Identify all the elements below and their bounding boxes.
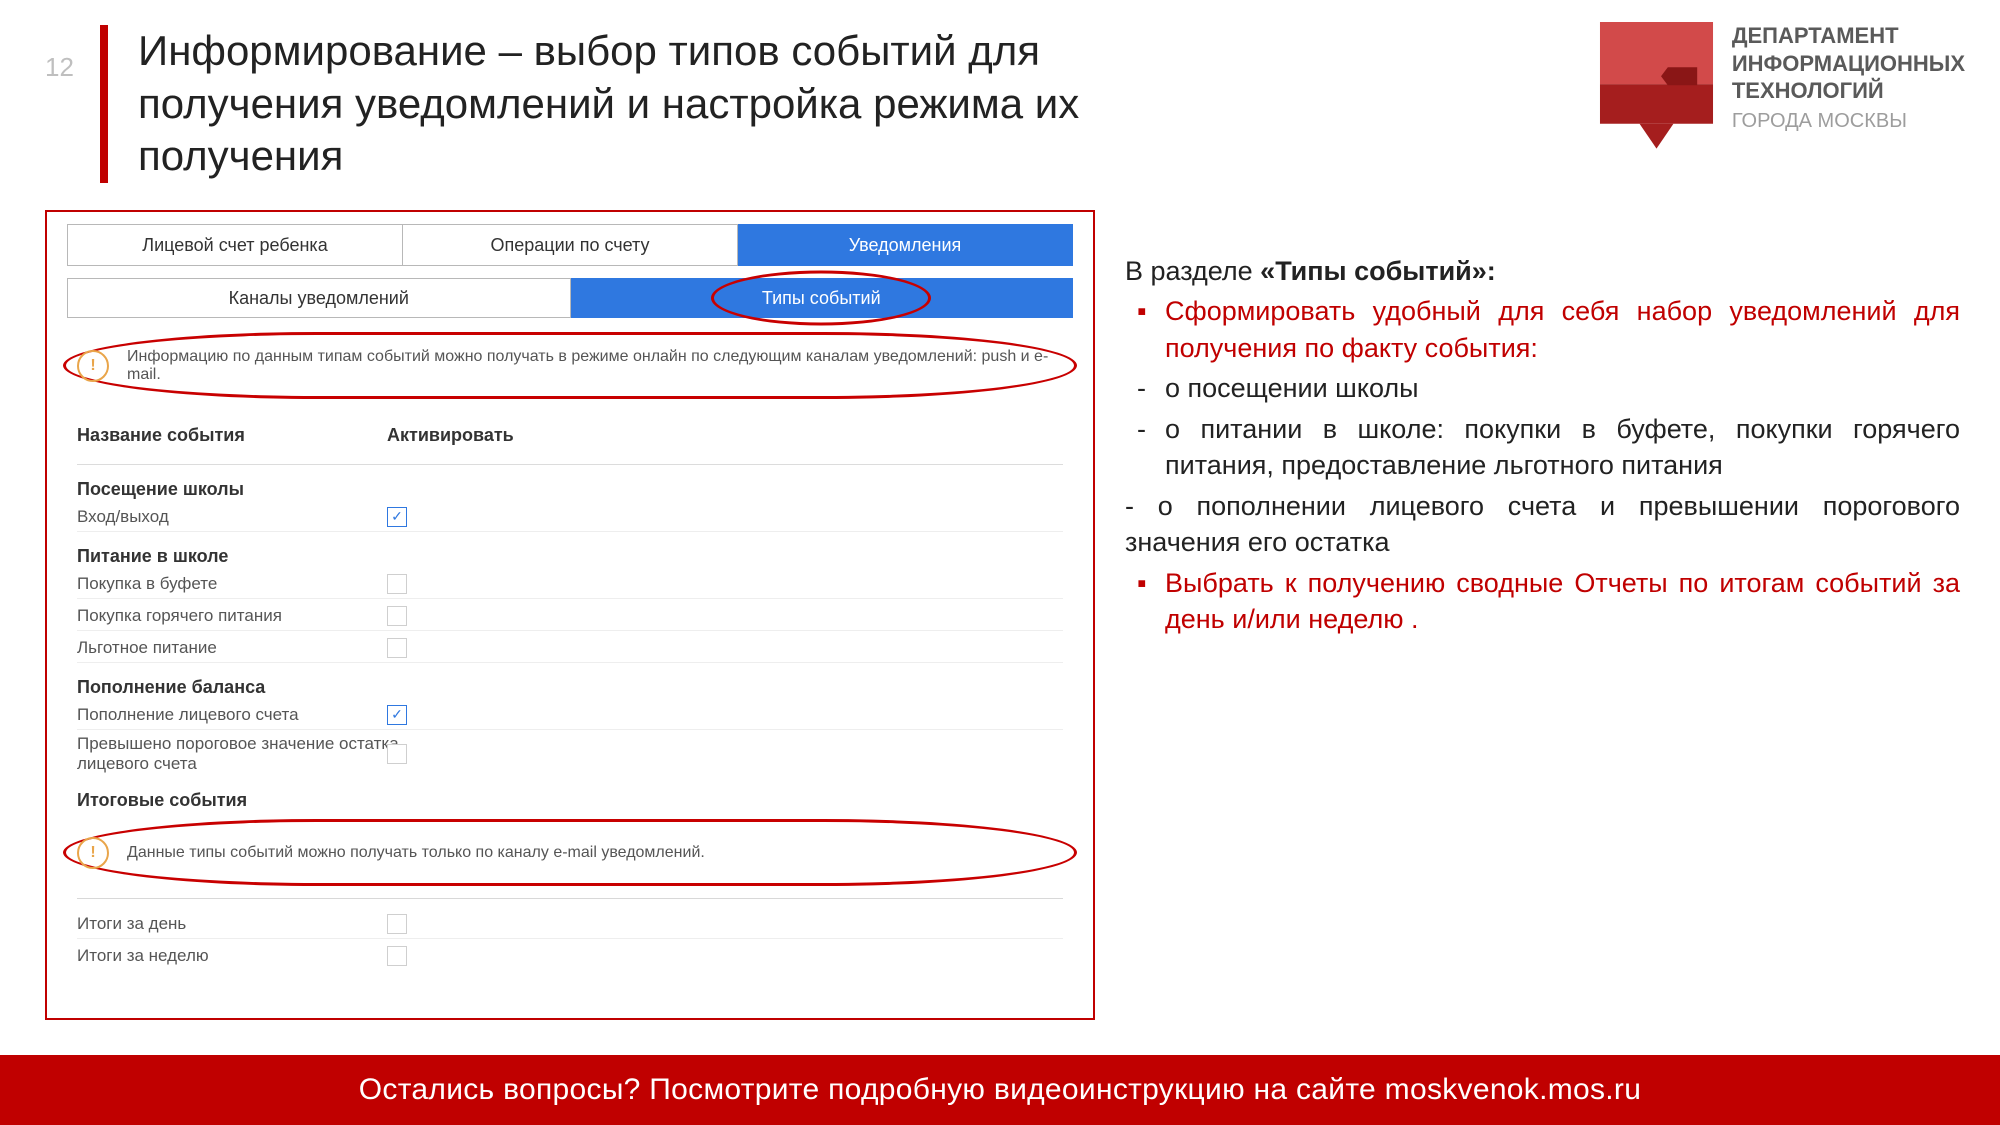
exclamation-icon: ! bbox=[77, 837, 109, 869]
row-label: Покупка горячего питания bbox=[77, 606, 387, 626]
subtab-event-types[interactable]: Типы событий bbox=[571, 278, 1074, 318]
col-name: Название события bbox=[77, 425, 387, 446]
group-school-attendance: Посещение школы bbox=[77, 479, 1063, 500]
checkbox-daily[interactable]: ✓ bbox=[387, 914, 407, 934]
tab-notifications[interactable]: Уведомления bbox=[738, 224, 1073, 266]
checkbox-hot-meal[interactable]: ✓ bbox=[387, 606, 407, 626]
row-threshold: Превышено пороговое значение остатка лиц… bbox=[77, 732, 1063, 776]
checkbox-entry-exit[interactable]: ✓ bbox=[387, 507, 407, 527]
logo-block: ДЕПАРТАМЕНТ ИНФОРМАЦИОННЫХ ТЕХНОЛОГИЙ ГО… bbox=[1599, 22, 1965, 152]
page-title: Информирование – выбор типов событий для… bbox=[138, 25, 1100, 183]
checkbox-buffet[interactable]: ✓ bbox=[387, 574, 407, 594]
dash-attendance: о посещении школы bbox=[1125, 370, 1960, 406]
row-buffet: Покупка в буфете ✓ bbox=[77, 569, 1063, 599]
row-benefit-meal: Льготное питание ✓ bbox=[77, 633, 1063, 663]
screenshot-panel: Лицевой счет ребенка Операции по счету У… bbox=[45, 210, 1095, 1020]
checkbox-threshold[interactable]: ✓ bbox=[387, 744, 407, 764]
row-entry-exit: Вход/выход ✓ bbox=[77, 502, 1063, 532]
check-icon: ✓ bbox=[391, 706, 403, 723]
logo-line: ДЕПАРТАМЕНТ bbox=[1732, 22, 1965, 50]
tab-operations[interactable]: Операции по счету bbox=[403, 224, 738, 266]
logo-text: ДЕПАРТАМЕНТ ИНФОРМАЦИОННЫХ ТЕХНОЛОГИЙ ГО… bbox=[1732, 22, 1965, 134]
bullet-reports: Выбрать к получению сводные Отчеты по ит… bbox=[1125, 565, 1960, 638]
row-topup: Пополнение лицевого счета ✓ bbox=[77, 700, 1063, 730]
exclamation-icon: ! bbox=[77, 350, 109, 382]
intro-line: В разделе «Типы событий»: bbox=[1125, 253, 1960, 289]
table-header: Название события Активировать bbox=[77, 411, 1063, 465]
info-banner-top: ! Информацию по данным типам событий мож… bbox=[67, 338, 1073, 393]
explanation-text: В разделе «Типы событий»: Сформировать у… bbox=[1125, 253, 1960, 641]
tab-account[interactable]: Лицевой счет ребенка bbox=[67, 224, 403, 266]
department-logo-icon bbox=[1599, 22, 1714, 152]
row-label: Льготное питание bbox=[77, 638, 387, 658]
info-banner-top-text: Информацию по данным типам событий можно… bbox=[127, 348, 1073, 384]
row-label: Пополнение лицевого счета bbox=[77, 705, 387, 725]
info-banner-bottom-text: Данные типы событий можно получать тольк… bbox=[127, 844, 705, 862]
divider bbox=[77, 898, 1063, 899]
logo-line: ГОРОДА МОСКВЫ bbox=[1732, 109, 1965, 134]
sub-tabs: Каналы уведомлений Типы событий bbox=[67, 278, 1073, 318]
subtab-channels[interactable]: Каналы уведомлений bbox=[67, 278, 571, 318]
info-banner-bottom: ! Данные типы событий можно получать тол… bbox=[67, 825, 1073, 880]
dash-balance: - о пополнении лицевого счета и превышен… bbox=[1125, 488, 1960, 561]
group-school-food: Питание в школе bbox=[77, 546, 1063, 567]
group-summary: Итоговые события bbox=[77, 790, 1063, 811]
page-number: 12 bbox=[45, 52, 74, 83]
logo-line: ТЕХНОЛОГИЙ bbox=[1732, 77, 1965, 105]
group-balance: Пополнение баланса bbox=[77, 677, 1063, 698]
title-block: Информирование – выбор типов событий для… bbox=[100, 25, 1100, 183]
row-daily-summary: Итоги за день ✓ bbox=[77, 909, 1063, 939]
top-tabs: Лицевой счет ребенка Операции по счету У… bbox=[67, 224, 1073, 266]
subtab-event-types-label: Типы событий bbox=[762, 288, 881, 309]
bullet-configure-set: Сформировать удобный для себя набор увед… bbox=[1125, 293, 1960, 366]
dash-food: о питании в школе: покупки в буфете, пок… bbox=[1125, 411, 1960, 484]
logo-line: ИНФОРМАЦИОННЫХ bbox=[1732, 50, 1965, 78]
check-icon: ✓ bbox=[391, 508, 403, 525]
row-label: Итоги за неделю bbox=[77, 946, 387, 966]
footer-banner: Остались вопросы? Посмотрите подробную в… bbox=[0, 1055, 2000, 1125]
checkbox-benefit-meal[interactable]: ✓ bbox=[387, 638, 407, 658]
row-label: Покупка в буфете bbox=[77, 574, 387, 594]
row-label: Вход/выход bbox=[77, 507, 387, 527]
row-label: Итоги за день bbox=[77, 914, 387, 934]
col-activate: Активировать bbox=[387, 425, 1063, 446]
checkbox-weekly[interactable]: ✓ bbox=[387, 946, 407, 966]
row-hot-meal: Покупка горячего питания ✓ bbox=[77, 601, 1063, 631]
row-weekly-summary: Итоги за неделю ✓ bbox=[77, 941, 1063, 971]
checkbox-topup[interactable]: ✓ bbox=[387, 705, 407, 725]
